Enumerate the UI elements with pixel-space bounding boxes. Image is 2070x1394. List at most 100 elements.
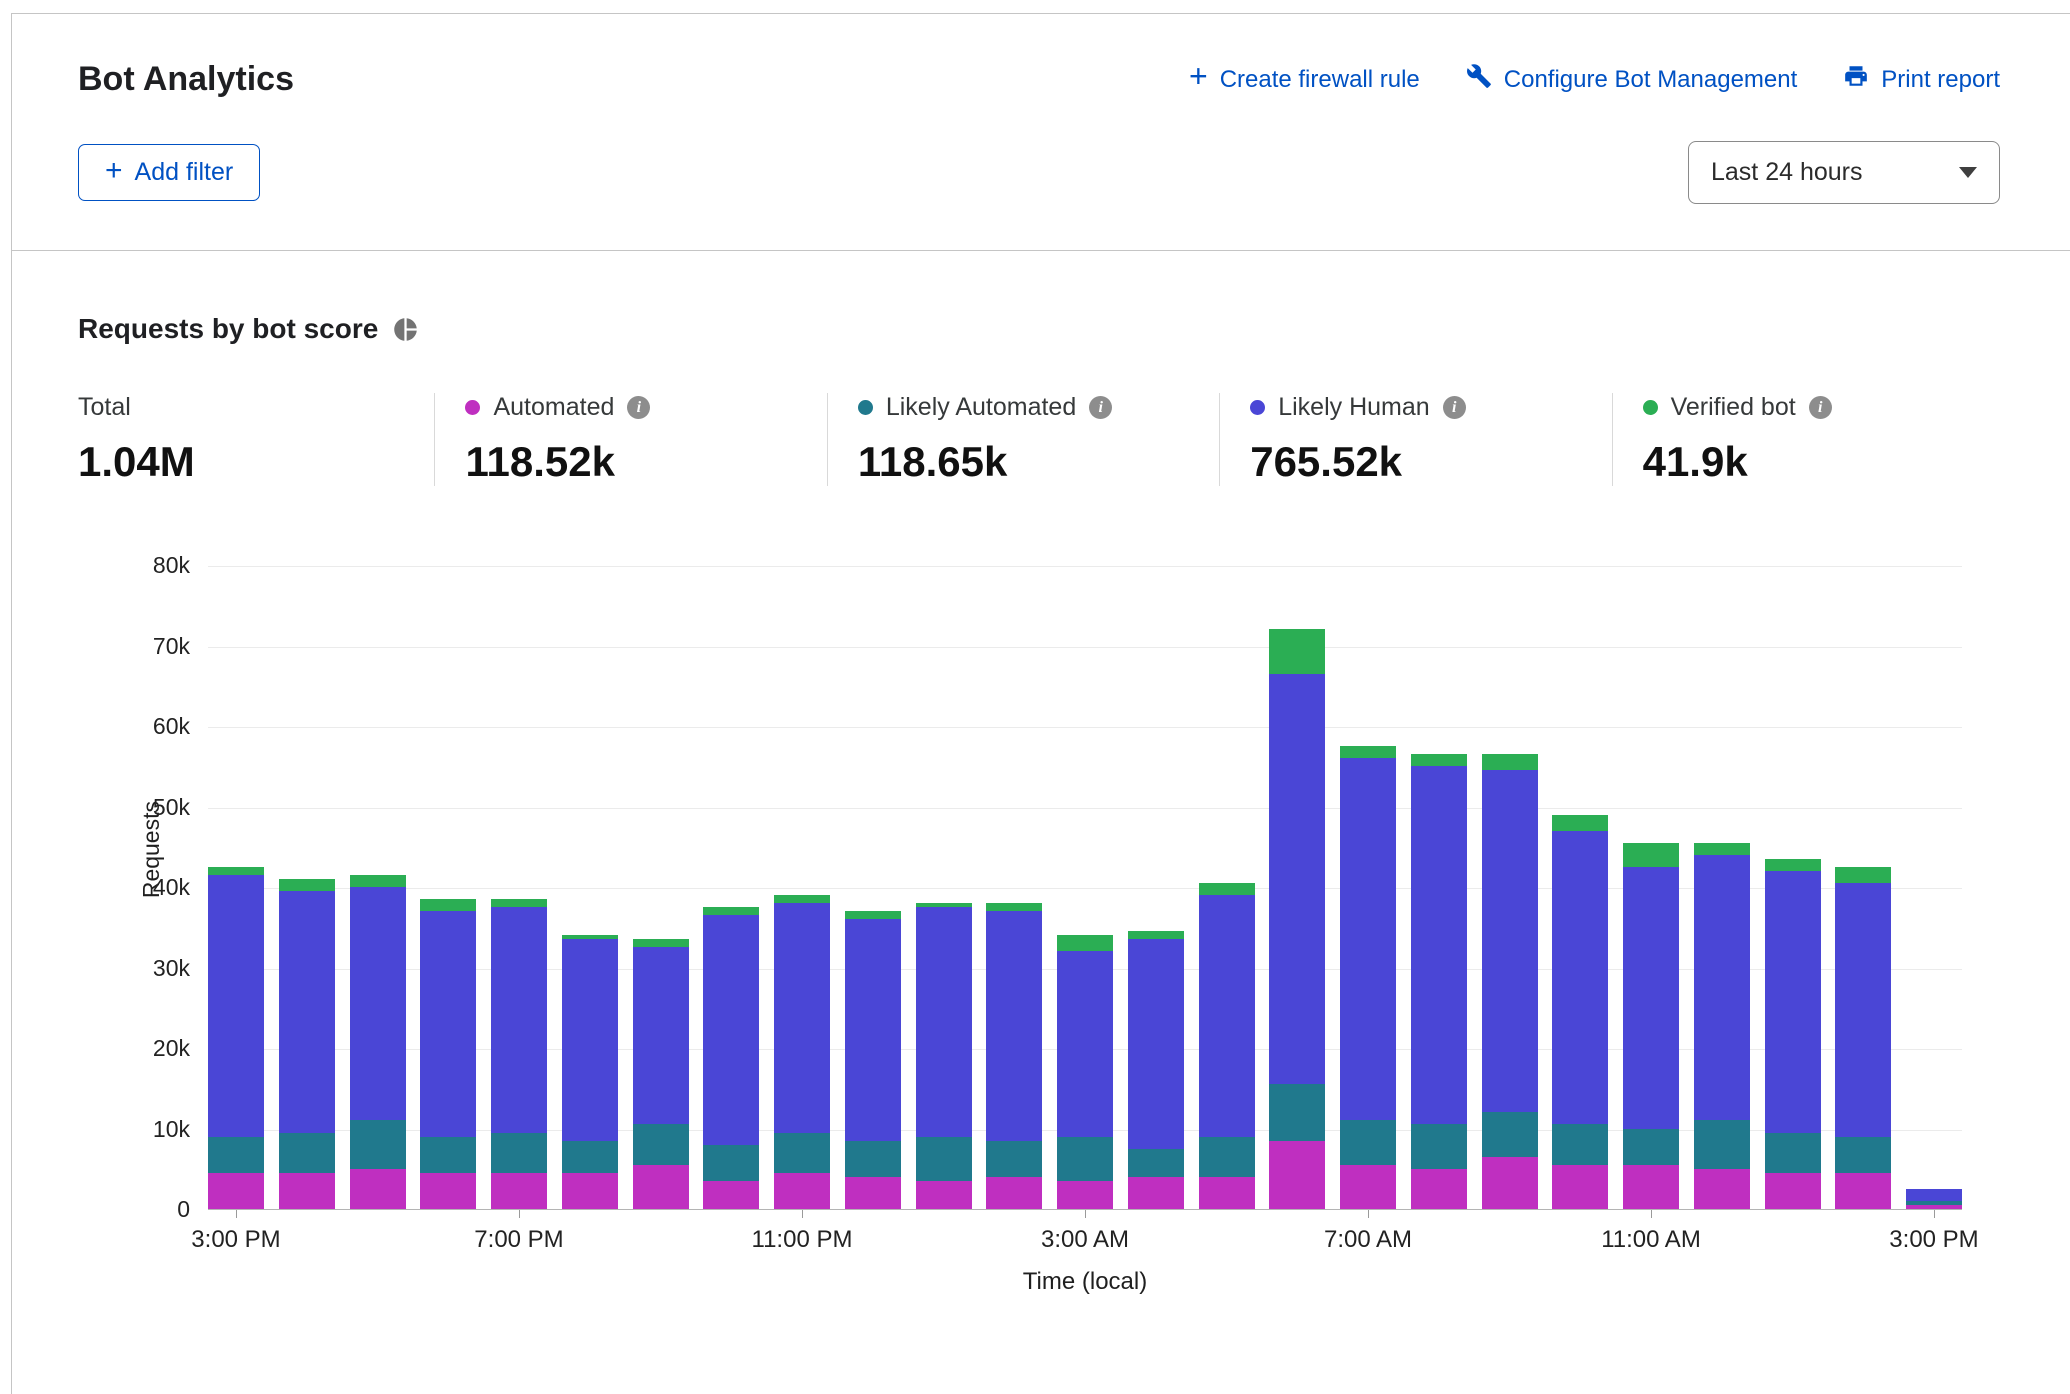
bar-segment-verified-bot xyxy=(491,899,547,907)
bar-segment-verified-bot xyxy=(1411,754,1467,766)
bar-segment-verified-bot xyxy=(1057,935,1113,951)
info-icon[interactable] xyxy=(627,396,650,419)
configure-bot-management-link[interactable]: Configure Bot Management xyxy=(1466,63,1798,96)
bar-segment-automated xyxy=(350,1169,406,1209)
bar-segment-automated xyxy=(1835,1173,1891,1209)
bar-segment-likely-human xyxy=(350,887,406,1120)
stacked-bar[interactable] xyxy=(350,875,406,1209)
bar-segment-verified-bot xyxy=(1552,815,1608,831)
bar-segment-likely-automated xyxy=(845,1141,901,1177)
print-report-link[interactable]: Print report xyxy=(1843,63,2000,96)
likely-automated-label: Likely Automated xyxy=(886,393,1076,422)
info-icon[interactable] xyxy=(1089,396,1112,419)
header: Bot Analytics Create firewall rule Confi… xyxy=(12,14,2070,204)
bar-segment-verified-bot xyxy=(1199,883,1255,895)
stacked-bar[interactable] xyxy=(420,899,476,1209)
configure-bot-management-label: Configure Bot Management xyxy=(1504,66,1798,94)
x-tick-label: 3:00 PM xyxy=(1854,1226,2014,1254)
y-tick-label: 60k xyxy=(104,713,190,740)
likely-automated-dot xyxy=(858,400,873,415)
bar-segment-automated xyxy=(1269,1141,1325,1209)
info-icon[interactable] xyxy=(1809,396,1832,419)
y-tick-label: 80k xyxy=(104,552,190,579)
x-tick-label: 11:00 PM xyxy=(722,1226,882,1254)
bar-segment-verified-bot xyxy=(1482,754,1538,770)
bar-segment-likely-automated xyxy=(1552,1124,1608,1164)
pie-chart-icon xyxy=(392,316,419,343)
stacked-bar[interactable] xyxy=(1694,843,1750,1209)
stacked-bar[interactable] xyxy=(1552,815,1608,1209)
stacked-bar[interactable] xyxy=(1482,754,1538,1209)
bar-segment-automated xyxy=(208,1173,264,1209)
stacked-bar[interactable] xyxy=(986,903,1042,1209)
bar-segment-likely-automated xyxy=(1765,1133,1821,1173)
bar-segment-automated xyxy=(1411,1169,1467,1209)
stacked-bar[interactable] xyxy=(1411,754,1467,1209)
time-range-select[interactable]: Last 24 hours xyxy=(1688,141,2000,204)
bar-segment-automated xyxy=(491,1173,547,1209)
add-filter-button[interactable]: Add filter xyxy=(78,144,260,201)
bar-segment-likely-automated xyxy=(562,1141,618,1173)
x-tick-mark xyxy=(1651,1210,1652,1218)
x-axis-title: Time (local) xyxy=(1023,1268,1147,1296)
bar-segment-likely-automated xyxy=(703,1145,759,1181)
bar-segment-verified-bot xyxy=(1694,843,1750,855)
info-icon[interactable] xyxy=(1443,396,1466,419)
stacked-bar[interactable] xyxy=(208,867,264,1209)
stacked-bar[interactable] xyxy=(1269,629,1325,1209)
bar-segment-likely-human xyxy=(774,903,830,1132)
bar-segment-likely-human xyxy=(1199,895,1255,1137)
stacked-bar[interactable] xyxy=(1057,935,1113,1209)
gridline xyxy=(208,647,1962,648)
bar-segment-likely-automated xyxy=(1199,1137,1255,1177)
stat-automated: Automated 118.52k xyxy=(434,393,826,486)
gridline xyxy=(208,566,1962,567)
stat-likely-human: Likely Human 765.52k xyxy=(1219,393,1611,486)
bar-segment-verified-bot xyxy=(1128,931,1184,939)
stacked-bar[interactable] xyxy=(774,895,830,1209)
bar-segment-likely-human xyxy=(633,947,689,1124)
bar-segment-automated xyxy=(1552,1165,1608,1209)
stats-row: Total 1.04M Automated 118.52k Likely Aut… xyxy=(78,393,2004,486)
create-firewall-rule-link[interactable]: Create firewall rule xyxy=(1189,65,1420,94)
stacked-bar[interactable] xyxy=(916,903,972,1209)
stacked-bar[interactable] xyxy=(1623,843,1679,1209)
bar-segment-automated xyxy=(1128,1177,1184,1209)
bar-segment-likely-human xyxy=(1765,871,1821,1133)
plus-icon xyxy=(105,158,123,187)
stacked-bar[interactable] xyxy=(703,907,759,1209)
bar-segment-likely-automated xyxy=(1694,1120,1750,1168)
bar-segment-likely-human xyxy=(1906,1189,1962,1201)
bar-segment-likely-automated xyxy=(774,1133,830,1173)
x-tick-mark xyxy=(519,1210,520,1218)
bar-segment-likely-human xyxy=(562,939,618,1140)
bar-segment-verified-bot xyxy=(1340,746,1396,758)
plot-area: 010k20k30k40k50k60k70k80k3:00 PM7:00 PM1… xyxy=(208,566,1962,1210)
bar-segment-verified-bot xyxy=(420,899,476,911)
bar-segment-likely-human xyxy=(986,911,1042,1140)
bar-segment-automated xyxy=(562,1173,618,1209)
stacked-bar[interactable] xyxy=(1765,859,1821,1209)
stacked-bar[interactable] xyxy=(1199,883,1255,1209)
stacked-bar[interactable] xyxy=(1340,746,1396,1209)
stacked-bar[interactable] xyxy=(845,911,901,1209)
stacked-bar[interactable] xyxy=(1906,1189,1962,1209)
stacked-bar[interactable] xyxy=(562,935,618,1209)
automated-label: Automated xyxy=(493,393,614,422)
bar-segment-likely-human xyxy=(916,907,972,1136)
gridline xyxy=(208,727,1962,728)
stacked-bar[interactable] xyxy=(279,879,335,1209)
bar-segment-likely-automated xyxy=(350,1120,406,1168)
section-title: Requests by bot score xyxy=(78,313,378,345)
bar-segment-likely-automated xyxy=(1128,1149,1184,1177)
stacked-bar[interactable] xyxy=(491,899,547,1209)
bar-segment-automated xyxy=(703,1181,759,1209)
stacked-bar[interactable] xyxy=(1835,867,1891,1209)
stacked-bar[interactable] xyxy=(1128,931,1184,1209)
x-tick-mark xyxy=(1934,1210,1935,1218)
y-tick-label: 40k xyxy=(104,874,190,901)
bar-segment-verified-bot xyxy=(1623,843,1679,867)
bar-segment-likely-automated xyxy=(1269,1084,1325,1140)
bar-segment-likely-automated xyxy=(986,1141,1042,1177)
stacked-bar[interactable] xyxy=(633,939,689,1209)
